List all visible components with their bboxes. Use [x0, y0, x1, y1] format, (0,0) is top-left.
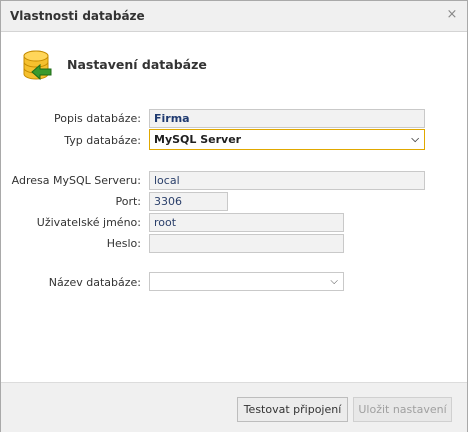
chevron-down-icon: ⌵ — [330, 276, 338, 287]
titlebar: Vlastnosti databáze × — [1, 1, 467, 32]
description-label: Popis databáze: — [54, 112, 141, 125]
database-icon — [23, 50, 52, 81]
address-field[interactable]: local — [149, 171, 425, 190]
dialog-title: Vlastnosti databáze — [10, 9, 145, 23]
address-label: Adresa MySQL Serveru: — [11, 174, 141, 187]
type-label: Typ databáze: — [64, 134, 141, 147]
port-field[interactable]: 3306 — [149, 192, 228, 211]
header-title: Nastavení databáze — [67, 57, 207, 72]
username-field[interactable]: root — [149, 213, 344, 232]
close-icon[interactable]: × — [444, 7, 460, 23]
test-connection-button[interactable]: Testovat připojení — [237, 397, 348, 422]
database-type-select[interactable]: MySQL Server ⌵ — [149, 129, 425, 150]
password-field[interactable] — [149, 234, 344, 253]
description-field[interactable]: Firma — [149, 109, 425, 128]
save-settings-button[interactable]: Uložit nastavení — [353, 397, 452, 422]
properties-dialog: Vlastnosti databáze × Nastavení databáze… — [0, 0, 468, 432]
button-bar: Testovat připojení Uložit nastavení — [1, 382, 467, 432]
database-type-value: MySQL Server — [154, 133, 242, 146]
dbname-label: Název databáze: — [48, 276, 141, 289]
database-name-select[interactable]: ⌵ — [149, 272, 344, 291]
chevron-down-icon: ⌵ — [411, 134, 419, 145]
port-label: Port: — [115, 195, 141, 208]
password-label: Heslo: — [106, 237, 141, 250]
username-label: Uživatelské jméno: — [36, 216, 141, 229]
